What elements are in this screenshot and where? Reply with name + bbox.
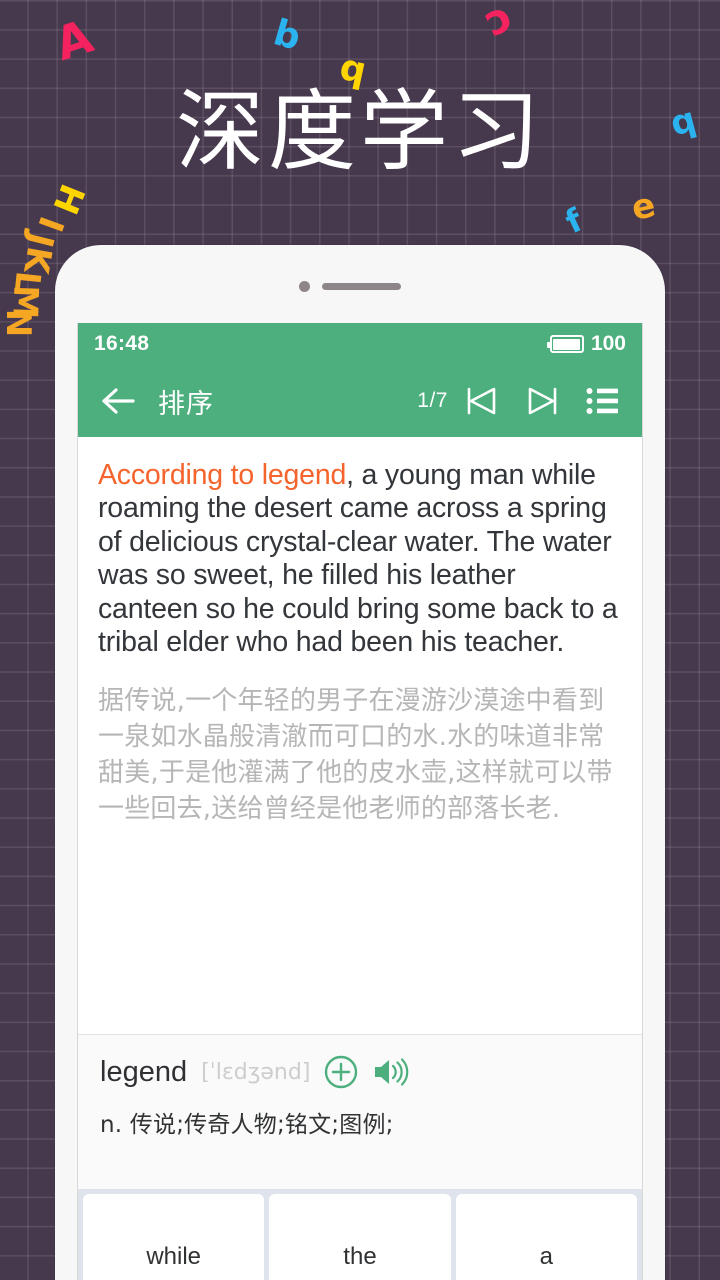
phone-screen: 16:48 100 排序 1/7 According to legend, a …: [77, 323, 643, 1280]
word-tile-tray: whiletheayoungroamingman: [78, 1189, 642, 1280]
toolbar-title: 排序: [158, 388, 214, 420]
page-indicator: 1/7: [417, 389, 448, 412]
skip-next-icon: [528, 387, 557, 415]
sentence-list-button[interactable]: [576, 375, 628, 427]
status-bar-right: 100: [546, 332, 626, 356]
speaker-volume-icon: [375, 1058, 409, 1086]
pronounce-button[interactable]: [372, 1056, 410, 1088]
skip-previous-icon: [467, 387, 496, 415]
dictionary-word: legend: [100, 1055, 188, 1088]
phone-speaker-grille: [322, 283, 401, 290]
word-tile[interactable]: the: [269, 1194, 451, 1280]
battery-full-icon: [546, 335, 584, 353]
chinese-translation: 据传说,一个年轻的男子在漫游沙漠途中看到一泉如水晶般清澈而可口的水.水的味道非常…: [98, 685, 613, 824]
status-bar: 16:48 100: [78, 323, 642, 365]
battery-level-label: 100: [590, 332, 626, 355]
app-toolbar: 排序 1/7: [78, 365, 642, 437]
article-area[interactable]: According to legend, a young man while r…: [78, 437, 642, 1034]
word-tile[interactable]: a: [455, 1194, 637, 1280]
word-tile[interactable]: while: [83, 1194, 265, 1280]
list-bullet-icon: [586, 388, 618, 414]
dictionary-card: legend [ˈlɛdʒənd] n. 传说;传奇人物;铭文;图例;: [78, 1034, 642, 1189]
back-button[interactable]: [92, 375, 144, 427]
phone-camera-icon: [299, 281, 310, 292]
highlighted-phrase[interactable]: According to legend: [98, 459, 346, 491]
page-title: 深度学习: [175, 85, 544, 182]
previous-sentence-button[interactable]: [456, 375, 508, 427]
english-sentence[interactable]: According to legend, a young man while r…: [98, 459, 622, 660]
decorative-letter: N: [0, 308, 39, 338]
plus-circle-icon: [325, 1055, 358, 1089]
dictionary-headline: legend [ˈlɛdʒənd]: [100, 1055, 620, 1089]
status-time: 16:48: [94, 332, 150, 355]
arrow-left-icon: [102, 388, 135, 414]
add-to-wordbook-button[interactable]: [324, 1055, 358, 1089]
next-sentence-button[interactable]: [516, 375, 568, 427]
dictionary-phonetic: [ˈlɛdʒənd]: [201, 1059, 311, 1085]
dictionary-definition: n. 传说;传奇人物;铭文;图例;: [100, 1112, 394, 1138]
